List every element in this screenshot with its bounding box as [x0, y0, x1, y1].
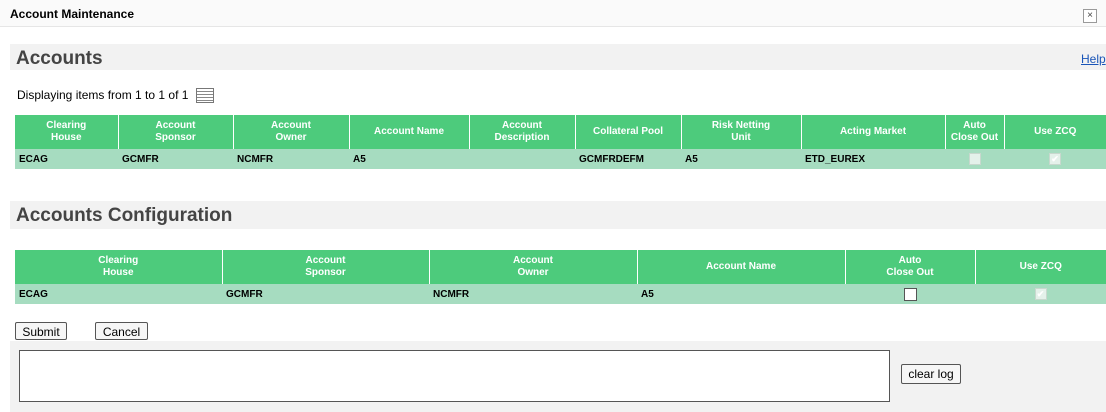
cell-account-owner: NCMFR: [429, 284, 637, 304]
accounts-table: Clearing House Account Sponsor Account Owne…: [15, 115, 1106, 169]
column-header[interactable]: Account Name: [349, 115, 470, 149]
configuration-heading: Accounts Configuration: [16, 205, 233, 226]
table-row[interactable]: ECAG GCMFR NCMFR A5 GCMFRDEFM A5 ETD_EUR…: [15, 149, 1106, 169]
cell-account-name: A5: [349, 149, 469, 169]
cell-acting-market: ETD_EUREX: [801, 149, 945, 169]
cell-account-name: A5: [637, 284, 845, 304]
cell-account-sponsor: GCMFR: [222, 284, 429, 304]
configuration-table: Clearing House Account Sponsor Account Owne…: [15, 250, 1106, 304]
column-header[interactable]: Auto Close Out: [845, 250, 976, 284]
cell-auto-close-out: [945, 149, 1004, 169]
column-header[interactable]: Account Owner: [233, 115, 350, 149]
log-textarea[interactable]: [19, 350, 890, 402]
cell-clearing-house: ECAG: [15, 284, 222, 304]
configuration-header-row: Clearing House Account Sponsor Account Owne…: [15, 250, 1106, 284]
column-header[interactable]: Use ZCQ: [1004, 115, 1106, 149]
column-header[interactable]: Account Sponsor: [222, 250, 430, 284]
use-zcq-checkbox-disabled: ✔: [1034, 288, 1047, 300]
cell-clearing-house: ECAG: [15, 149, 118, 169]
cell-account-description: [469, 149, 575, 169]
table-row[interactable]: ECAG GCMFR NCMFR A5 ✔: [15, 284, 1106, 304]
column-header[interactable]: Account Description: [469, 115, 576, 149]
auto-close-out-checkbox[interactable]: [903, 287, 917, 301]
column-header[interactable]: Clearing House: [15, 115, 119, 149]
cancel-button[interactable]: Cancel: [95, 322, 148, 340]
submit-button[interactable]: Submit: [15, 322, 67, 340]
cell-use-zcq: ✔: [1004, 149, 1106, 169]
column-header[interactable]: Acting Market: [801, 115, 946, 149]
pagination-text: Displaying items from 1 to 1 of 1: [17, 88, 189, 102]
cell-collateral-pool: GCMFRDEFM: [575, 149, 681, 169]
help-link[interactable]: Help: [1081, 52, 1106, 66]
auto-close-out-checkbox-disabled: [968, 153, 981, 165]
column-header[interactable]: Auto Close Out: [945, 115, 1005, 149]
column-header[interactable]: Account Sponsor: [118, 115, 234, 149]
accounts-heading: Accounts: [16, 48, 103, 69]
close-icon[interactable]: ×: [1083, 9, 1097, 23]
column-header[interactable]: Use ZCQ: [975, 250, 1106, 284]
cell-account-owner: NCMFR: [233, 149, 349, 169]
clear-log-button[interactable]: clear log: [901, 364, 961, 384]
cell-risk-netting-unit: A5: [681, 149, 801, 169]
cell-account-sponsor: GCMFR: [118, 149, 233, 169]
column-header[interactable]: Clearing House: [15, 250, 223, 284]
use-zcq-checkbox-disabled: ✔: [1049, 153, 1061, 165]
column-header[interactable]: Account Name: [637, 250, 846, 284]
configuration-section-header: Accounts Configuration: [10, 201, 1106, 229]
grid-export-icon[interactable]: [196, 88, 214, 103]
column-header[interactable]: Account Owner: [429, 250, 638, 284]
cell-use-zcq: ✔: [975, 284, 1106, 304]
cell-auto-close-out: [845, 284, 975, 304]
column-header[interactable]: Collateral Pool: [575, 115, 682, 149]
window-title: Account Maintenance: [10, 7, 135, 21]
accounts-header-row: Clearing House Account Sponsor Account Owne…: [15, 115, 1106, 149]
column-header[interactable]: Risk Netting Unit: [681, 115, 802, 149]
window-titlebar: Account Maintenance ×: [0, 0, 1106, 27]
accounts-section-header: Accounts: [10, 44, 1106, 70]
